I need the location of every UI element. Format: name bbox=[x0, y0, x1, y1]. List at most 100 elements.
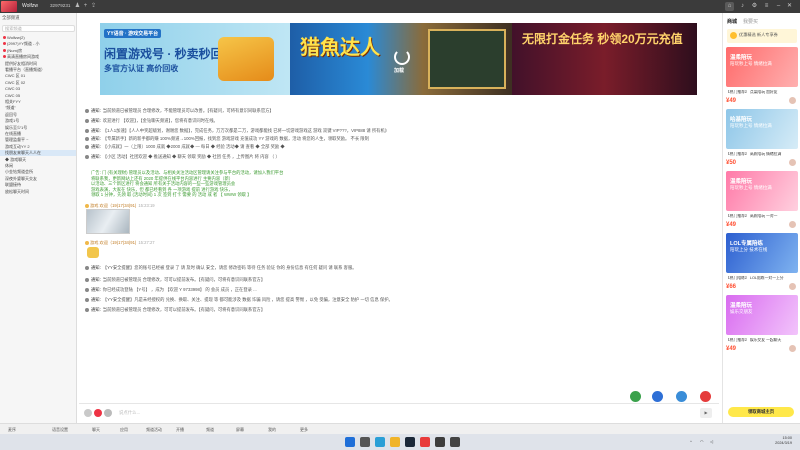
sidebar-channel-item[interactable]: 小金钻频道会所 bbox=[0, 169, 76, 175]
speaker-icon[interactable]: ◁ bbox=[710, 439, 713, 444]
edge-browser-icon[interactable] bbox=[375, 437, 385, 447]
emoji-icon[interactable] bbox=[84, 409, 92, 417]
sidebar-channel-item[interactable]: (Num)房 bbox=[0, 48, 76, 54]
product-title[interactable]: 【热门推荐】 高质陪玩 情绪拉满 bbox=[726, 152, 798, 157]
sidebar-channel-item[interactable]: 娱乐至少1号 bbox=[0, 125, 76, 131]
gift-item-icon[interactable] bbox=[676, 391, 687, 402]
banner-slide-1[interactable]: YY语音 · 游戏交易平台 闲置游戏号 · 秒卖秒回血 多官方认证 高价回收 bbox=[100, 23, 290, 95]
product-thumbnail[interactable]: 温柔陪玩 陪玩秒上号 情绪拉满 bbox=[726, 171, 798, 211]
toolbar-item[interactable]: 屏幕 bbox=[236, 427, 244, 433]
coupon-banner[interactable]: 优惠精选 新人专享券 bbox=[727, 29, 797, 43]
product-title[interactable]: 【热门陪练】 LOL陪练一对一上分 bbox=[726, 276, 798, 281]
search-icon[interactable] bbox=[360, 437, 370, 447]
close-icon[interactable]: ✕ bbox=[785, 2, 794, 11]
seller-avatar[interactable] bbox=[789, 345, 796, 352]
toolbar-item[interactable]: 麦序 bbox=[8, 427, 16, 433]
sticker-message[interactable] bbox=[87, 247, 99, 258]
sidebar-channel-item[interactable]: 深夜外婆聊天交友 bbox=[0, 176, 76, 182]
product-thumbnail[interactable]: 温柔陪玩 陪玩秒上号 情绪拉满 bbox=[726, 47, 798, 87]
sidebar-channel-item[interactable]: 高清直播房间游戏 bbox=[0, 54, 76, 60]
add-icon[interactable]: + bbox=[82, 3, 89, 10]
settings-icon[interactable]: ⚙ bbox=[750, 2, 759, 11]
clock[interactable]: 15:00 2024/3/19 bbox=[775, 436, 792, 446]
sidebar-channel-item[interactable]: 找朋友来聊天人人在 bbox=[0, 150, 76, 156]
sidebar-channel-item[interactable]: ◆ 游戏聊天 bbox=[0, 157, 76, 163]
promo-banner[interactable]: YY语音 · 游戏交易平台 闲置游戏号 · 秒卖秒回血 多官方认证 高价回收 猎… bbox=[100, 23, 697, 95]
sidebar-channel-item[interactable]: CWC 03 bbox=[0, 86, 76, 92]
channel-name[interactable]: Wolfzw bbox=[22, 3, 38, 9]
wifi-icon[interactable]: ◠ bbox=[700, 439, 704, 444]
gift-icon[interactable] bbox=[94, 409, 102, 417]
product-price: ¥49 bbox=[726, 346, 737, 352]
toolbar-item[interactable]: 开播 bbox=[176, 427, 184, 433]
product-title[interactable]: 【热门推荐】 高质陪玩 一对一 bbox=[726, 214, 798, 219]
toolbar-item[interactable]: 我的 bbox=[268, 427, 276, 433]
sidebar-channel-item[interactable]: 返回号 bbox=[0, 112, 76, 118]
sidebar-channel-item[interactable]: 联盟接待 bbox=[0, 182, 76, 188]
file-explorer-icon[interactable] bbox=[390, 437, 400, 447]
image-message[interactable] bbox=[86, 209, 130, 234]
sidebar-channel-item[interactable]: 看播平台（直播频道） bbox=[0, 67, 76, 73]
toolbar-item[interactable]: 频道 bbox=[206, 427, 214, 433]
seller-avatar[interactable] bbox=[789, 97, 796, 104]
tab-buy[interactable]: 我要买 bbox=[743, 18, 758, 25]
avatar[interactable] bbox=[85, 240, 89, 245]
app-icon[interactable] bbox=[435, 437, 445, 447]
sidebar-channel-item[interactable]: 休闲 bbox=[0, 163, 76, 169]
message-input[interactable]: 说点什么... bbox=[119, 410, 140, 416]
sidebar-channel-item[interactable]: "频道" bbox=[0, 105, 76, 111]
sidebar-channel-item[interactable]: (2997)YY频道 - 小 bbox=[0, 41, 76, 47]
sidebar-channel-item[interactable]: 管理监督平 ~ bbox=[0, 137, 76, 143]
steam-icon[interactable] bbox=[405, 437, 415, 447]
toolbar-item[interactable]: 频道活动 bbox=[146, 427, 162, 433]
toolbar-item[interactable]: 语音设置 bbox=[52, 427, 68, 433]
image-icon[interactable] bbox=[104, 409, 112, 417]
message-label: 通知: bbox=[91, 128, 101, 133]
product-thumbnail[interactable]: 哈基陪玩 陪玩秒上号 情绪拉满 bbox=[726, 109, 798, 149]
seller-avatar[interactable] bbox=[789, 221, 796, 228]
sidebar-channel-item[interactable]: 放松聊天时间 bbox=[0, 189, 76, 195]
product-title[interactable]: 【热门推荐】 娱乐交友 一起聊天 bbox=[726, 338, 798, 343]
sidebar-channel-item[interactable]: 游戏互动YY 2 bbox=[0, 144, 76, 150]
gift-item-icon[interactable] bbox=[700, 391, 711, 402]
sidebar-channel-item[interactable]: CWC 区 01 bbox=[0, 73, 76, 79]
home-icon[interactable]: ⌂ bbox=[725, 2, 734, 11]
windows-start-icon[interactable] bbox=[345, 437, 355, 447]
product-thumbnail[interactable]: LOL专属陪练 陪玩上分 技术在线 bbox=[726, 233, 798, 273]
sidebar-channel-item[interactable]: 游戏1号 bbox=[0, 118, 76, 124]
tray-arrow-icon[interactable]: ^ bbox=[690, 439, 692, 444]
toolbar-item[interactable]: 更多 bbox=[300, 427, 308, 433]
sidebar-channel-item[interactable]: 在线直播 bbox=[0, 131, 76, 137]
sidebar-channel-item[interactable]: CWC 区 02 bbox=[0, 80, 76, 86]
tab-shop[interactable]: 商城 bbox=[727, 18, 737, 25]
gift-item-icon[interactable] bbox=[630, 391, 641, 402]
share-icon[interactable]: ⇪ bbox=[90, 3, 97, 10]
sidebar-channel-item[interactable]: Wolfzw(2) bbox=[0, 35, 76, 41]
gift-item-icon[interactable] bbox=[652, 391, 663, 402]
terminal-icon[interactable] bbox=[450, 437, 460, 447]
chat-message: 通知: 【YY安全提醒】凡是未经授权的 兑换、换取、关注、提现 等 都可能涉及 数… bbox=[85, 297, 715, 303]
sidebar-channel-item[interactable]: 提供好友相消时间 bbox=[0, 61, 76, 67]
banner-slide-2[interactable]: 猎魚达人 加载 bbox=[290, 23, 512, 95]
menu-icon[interactable]: ≡ bbox=[762, 2, 771, 11]
sidebar-channel-item[interactable]: CWC 05 bbox=[0, 93, 76, 99]
yy-app-icon[interactable] bbox=[420, 437, 430, 447]
sidebar-channel-item[interactable]: 相关FYY bbox=[0, 99, 76, 105]
seller-avatar[interactable] bbox=[789, 159, 796, 166]
bell-icon[interactable]: ♪ bbox=[738, 2, 747, 11]
toolbar-item[interactable]: 聊天 bbox=[92, 427, 100, 433]
product-thumbnail[interactable]: 温柔陪玩 娱乐交朋友 bbox=[726, 295, 798, 335]
user-name[interactable]: 游戏 欢迎（19(17(34)91) bbox=[90, 203, 136, 208]
banner-slide-3[interactable]: 无限打金任务 秒领20万元充值 bbox=[512, 23, 697, 95]
user-name[interactable]: 游戏 欢迎（19(17(34)91) bbox=[90, 240, 136, 245]
search-input[interactable]: 搜索频道 bbox=[2, 25, 75, 32]
seller-avatar[interactable] bbox=[789, 283, 796, 290]
user-icon[interactable]: ♟ bbox=[74, 3, 81, 10]
shop-homepage-button[interactable]: 领取商城主页 bbox=[728, 407, 794, 417]
avatar[interactable] bbox=[85, 203, 89, 208]
minimize-icon[interactable]: – bbox=[774, 2, 783, 11]
send-button[interactable]: ▶ bbox=[700, 408, 712, 418]
product-title[interactable]: 【热门推荐】 点菜陪玩 加好友 bbox=[726, 90, 798, 95]
user-line[interactable]: 游戏 欢迎（19(17(34)91) 15:27:27 bbox=[85, 240, 155, 246]
toolbar-item[interactable]: 应用 bbox=[120, 427, 128, 433]
